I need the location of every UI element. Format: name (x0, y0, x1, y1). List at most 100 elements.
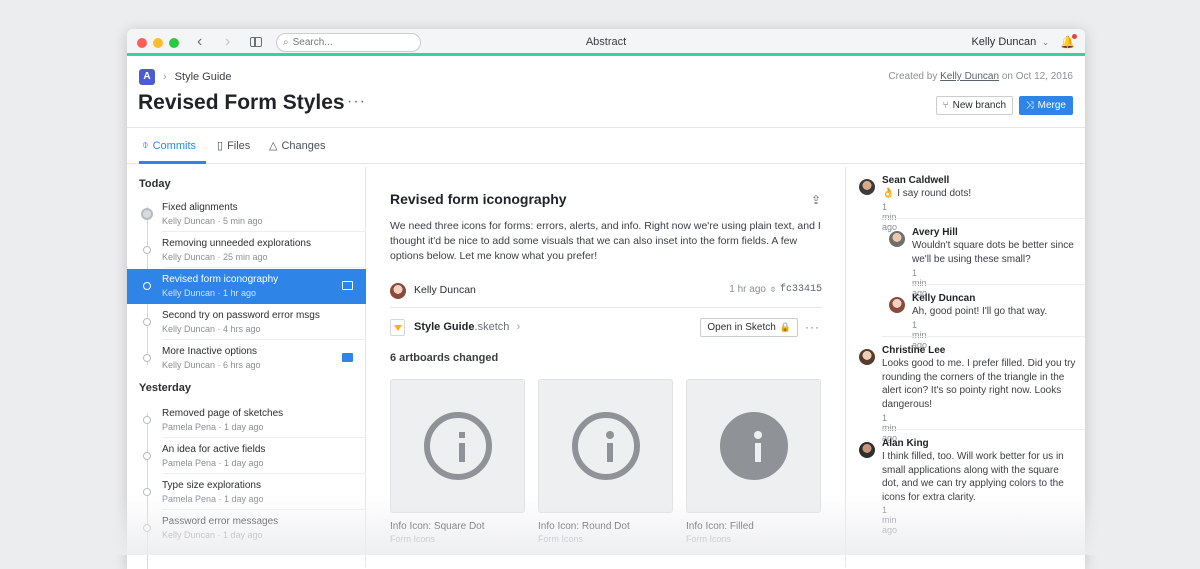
avatar (859, 442, 875, 458)
user-name: Kelly Duncan (971, 36, 1036, 48)
tab-bar: ⌽ Commits ▯ Files △ Changes (127, 128, 1085, 164)
commit-description: We need three icons for forms: errors, a… (390, 219, 830, 264)
divider (162, 473, 366, 474)
commit-meta: Pamela Pena · 1 day ago (162, 494, 264, 504)
commit-dot-icon (143, 524, 151, 532)
more-options-icon[interactable]: ··· (805, 320, 820, 334)
commit-meta: Pamela Pena · 1 day ago (162, 422, 264, 432)
commit-item-selected[interactable]: Revised form iconography Kelly Duncan · … (127, 269, 366, 304)
user-menu[interactable]: Kelly Duncan ⌄ (971, 36, 1049, 48)
commit-title: Removing unneeded explorations (162, 238, 311, 249)
file-name[interactable]: Style Guide.sketch › (414, 321, 520, 333)
commit-item[interactable]: Second try on password error msgs Kelly … (127, 305, 366, 340)
tab-label: Files (227, 140, 250, 152)
artboard-thumbnail[interactable] (538, 379, 673, 513)
commit-dot-icon (143, 318, 151, 326)
chevron-right-icon: › (163, 71, 167, 83)
app-window: ‹ › ⌕ Abstract Kelly Duncan ⌄ 🔔 A › Styl… (127, 29, 1085, 569)
commit-item[interactable]: An idea for active fields Pamela Pena · … (127, 439, 366, 474)
tab-commits[interactable]: ⌽ Commits (142, 139, 196, 152)
merge-button[interactable]: ⤨ Merge (1019, 96, 1073, 115)
avatar (859, 349, 875, 365)
divider (882, 218, 1085, 219)
merge-icon: ⤨ (1026, 100, 1034, 111)
commit-title: More Inactive options (162, 346, 257, 357)
share-icon[interactable]: ⇪ (811, 193, 821, 207)
commit-time: 1 hr ago ⌽ fc33415 (729, 284, 822, 295)
info-icon (572, 412, 640, 480)
artboard-page: Form Icons (686, 534, 731, 544)
comment-author: Christine Lee (882, 345, 945, 356)
commit-dot-icon (143, 488, 151, 496)
comment-author: Alan King (882, 438, 929, 449)
commit-title: Fixed alignments (162, 202, 238, 213)
comment-time: 1 min ago (882, 202, 897, 232)
commit-hash[interactable]: fc33415 (780, 284, 822, 295)
comment-text: 👌 I say round dots! (882, 187, 1072, 201)
info-icon (720, 412, 788, 480)
info-bar (607, 443, 613, 462)
commit-item[interactable]: Removed page of sketches Pamela Pena · 1… (127, 403, 366, 438)
commit-item[interactable]: Removing unneeded explorations Kelly Dun… (127, 233, 366, 268)
comment-icon[interactable] (342, 281, 353, 290)
commit-dot-icon (143, 246, 151, 254)
comment-author: Kelly Duncan (912, 293, 975, 304)
creator-link[interactable]: Kelly Duncan (940, 71, 999, 82)
commit-item[interactable]: Type size explorations Pamela Pena · 1 d… (127, 475, 366, 510)
commit-item[interactable]: Fixed alignments Kelly Duncan · 5 min ag… (127, 197, 366, 232)
comment-author: Sean Caldwell (882, 175, 949, 186)
tab-label: Commits (153, 140, 196, 152)
commit-meta: Kelly Duncan · 25 min ago (162, 252, 268, 262)
commit-item[interactable]: Password error messages Kelly Duncan · 1… (127, 511, 366, 546)
title-bar: ‹ › ⌕ Abstract Kelly Duncan ⌄ 🔔 (127, 29, 1085, 56)
tab-changes[interactable]: △ Changes (269, 139, 326, 152)
chevron-down-icon: ⌄ (1042, 38, 1049, 47)
avatar (390, 283, 406, 299)
commit-meta: Kelly Duncan · 1 hr ago (162, 288, 256, 298)
commit-meta: Pamela Pena · 1 day ago (162, 458, 264, 468)
comment-text: I think filled, too. Will work better fo… (882, 450, 1077, 504)
created-info: Created by Kelly Duncan on Oct 12, 2016 (888, 71, 1073, 82)
breadcrumb-project-link[interactable]: Style Guide (175, 71, 232, 83)
info-bar (755, 443, 761, 462)
sketch-file-icon (390, 319, 405, 336)
avatar (889, 231, 905, 247)
comment-icon[interactable] (342, 353, 353, 362)
open-in-sketch-button[interactable]: Open in Sketch 🔒 (700, 318, 798, 337)
new-branch-button[interactable]: ⑂ New branch (936, 96, 1013, 115)
artboard-page: Form Icons (538, 534, 583, 544)
merge-label: Merge (1038, 100, 1066, 111)
file-extension: .sketch (475, 321, 510, 333)
comments-panel: Sean Caldwell 👌 I say round dots! 1 min … (845, 167, 1085, 567)
avatar (889, 297, 905, 313)
file-icon: ▯ (217, 139, 223, 152)
commit-item[interactable]: More Inactive options Kelly Duncan · 6 h… (127, 341, 366, 376)
comment-text: Ah, good point! I'll go that way. (912, 305, 1077, 319)
comment-text: Looks good to me. I prefer filled. Did y… (882, 357, 1077, 411)
commit-title: Type size explorations (162, 480, 261, 491)
divider (882, 429, 1085, 430)
info-bar (459, 443, 465, 462)
file-row: Style Guide.sketch › Open in Sketch 🔒 ··… (390, 317, 822, 341)
divider (162, 231, 366, 232)
commit-icon: ⌽ (770, 284, 776, 295)
commit-title: An idea for active fields (162, 444, 265, 455)
divider (912, 284, 1085, 285)
abstract-logo-icon[interactable]: A (139, 69, 155, 85)
tab-label: Changes (281, 140, 325, 152)
artboard-thumbnail[interactable] (686, 379, 821, 513)
new-branch-label: New branch (953, 100, 1006, 111)
tab-files[interactable]: ▯ Files (217, 139, 250, 152)
artboard-thumbnail[interactable] (390, 379, 525, 513)
divider (162, 437, 366, 438)
file-title: Style Guide (414, 321, 475, 333)
divider (162, 509, 366, 510)
comment-text: Wouldn't square dots be better since we'… (912, 239, 1077, 266)
avatar (859, 179, 875, 195)
commit-meta: Kelly Duncan · 1 day ago (162, 530, 263, 540)
artboard-name: Info Icon: Round Dot (538, 521, 630, 532)
commit-icon: ⌽ (142, 139, 149, 152)
info-dot (459, 432, 465, 438)
more-options-icon[interactable]: ··· (347, 93, 366, 111)
commit-title: Revised form iconography (162, 274, 278, 285)
